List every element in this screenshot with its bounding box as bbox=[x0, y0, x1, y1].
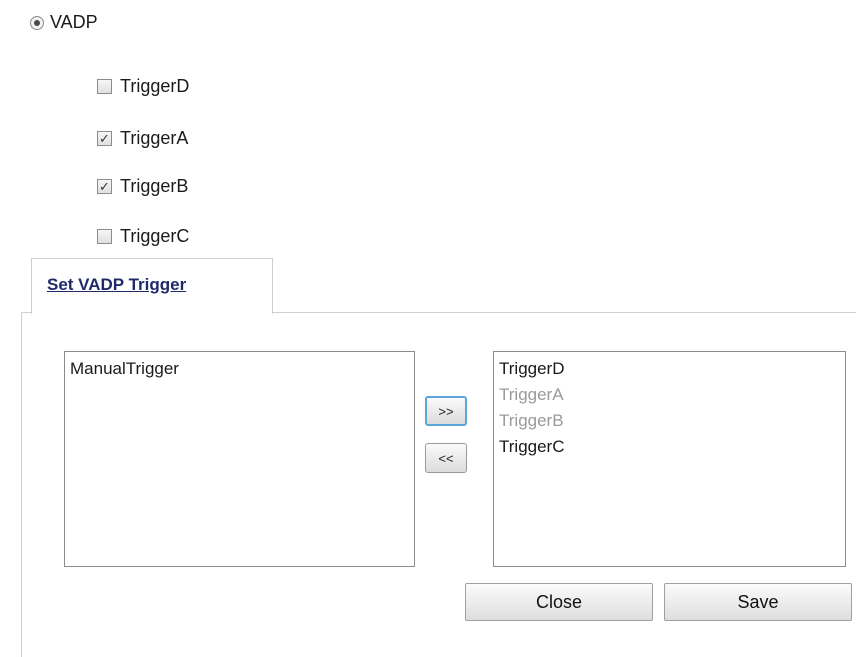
list-item-disabled: TriggerB bbox=[499, 411, 564, 430]
save-button[interactable]: Save bbox=[664, 583, 852, 621]
vadp-radio-option[interactable]: VADP bbox=[30, 12, 98, 33]
trigger-d-label: TriggerD bbox=[120, 76, 190, 96]
tab-label: Set VADP Trigger bbox=[47, 275, 187, 294]
list-item[interactable]: ManualTrigger bbox=[70, 356, 409, 382]
vadp-radio-button[interactable] bbox=[30, 15, 44, 30]
list-item[interactable]: TriggerD bbox=[499, 356, 840, 382]
check-icon: ✓ bbox=[99, 131, 110, 146]
radio-selected-dot bbox=[34, 19, 40, 26]
trigger-checkbox-row-a[interactable]: ✓ TriggerA bbox=[97, 128, 188, 149]
trigger-c-checkbox[interactable] bbox=[97, 229, 112, 244]
trigger-a-label: TriggerA bbox=[120, 128, 189, 148]
trigger-checkbox-row-b[interactable]: ✓ TriggerB bbox=[97, 176, 188, 197]
trigger-d-checkbox[interactable] bbox=[97, 79, 112, 94]
trigger-c-label: TriggerC bbox=[120, 226, 190, 246]
tab-set-vadp-trigger[interactable]: Set VADP Trigger bbox=[31, 258, 273, 314]
add-to-selected-button[interactable]: >> bbox=[425, 396, 467, 426]
selected-triggers-list[interactable]: TriggerD TriggerA TriggerB TriggerC bbox=[493, 351, 846, 567]
trigger-b-label: TriggerB bbox=[120, 176, 189, 196]
remove-from-selected-button[interactable]: << bbox=[425, 443, 467, 473]
list-item[interactable]: TriggerC bbox=[499, 434, 840, 460]
trigger-a-checkbox[interactable]: ✓ bbox=[97, 131, 112, 146]
list-item-disabled: TriggerA bbox=[499, 385, 564, 404]
available-triggers-list[interactable]: ManualTrigger bbox=[64, 351, 415, 567]
trigger-checkbox-row-d[interactable]: TriggerD bbox=[97, 76, 189, 97]
vadp-radio-label: VADP bbox=[50, 12, 98, 32]
trigger-checkbox-row-c[interactable]: TriggerC bbox=[97, 226, 189, 247]
check-icon: ✓ bbox=[99, 179, 110, 194]
trigger-b-checkbox[interactable]: ✓ bbox=[97, 179, 112, 194]
close-button[interactable]: Close bbox=[465, 583, 653, 621]
